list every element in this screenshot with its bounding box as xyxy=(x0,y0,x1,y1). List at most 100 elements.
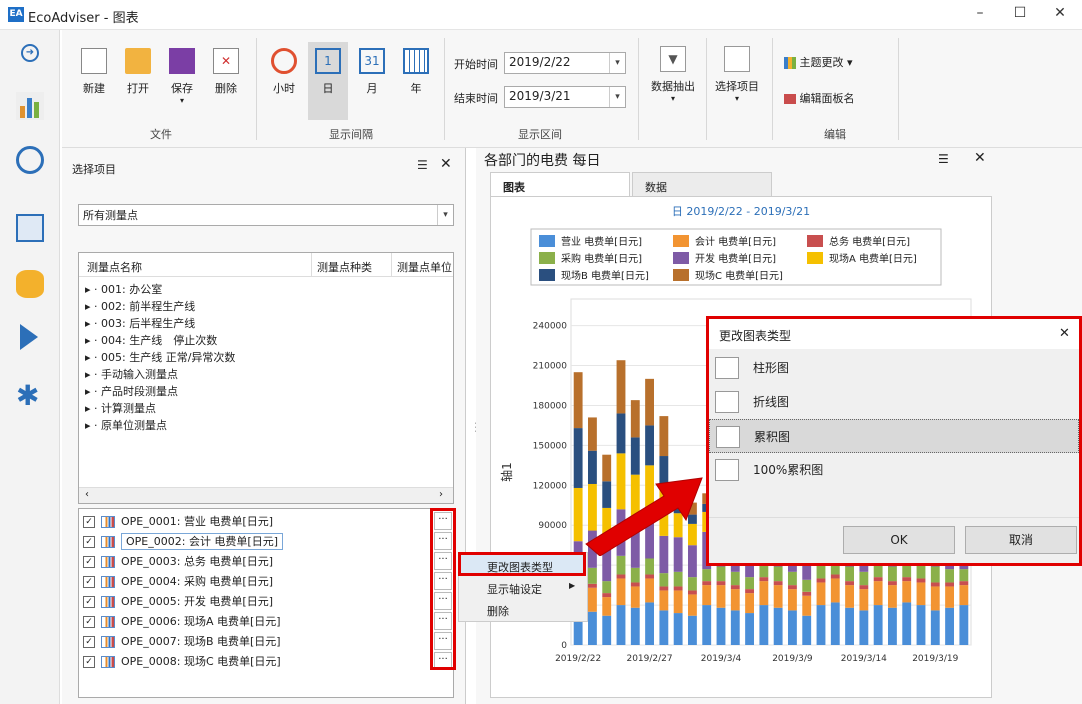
checkbox[interactable]: ✓ xyxy=(83,516,95,528)
checkbox[interactable]: ✓ xyxy=(83,616,95,628)
hour-button[interactable]: 小时 xyxy=(266,48,302,96)
database-icon[interactable] xyxy=(16,270,44,298)
list-options-icon[interactable]: ☰ xyxy=(938,152,949,166)
tab-chart[interactable]: 图表 xyxy=(490,172,630,196)
measure-point-tree: 测量点名称 测量点种类 测量点单位 ▸ · 001: 办公室 ▸ · 002: … xyxy=(78,252,454,504)
expand-arrow-icon[interactable]: ➜ xyxy=(21,44,39,62)
minimize-button[interactable]: – xyxy=(970,5,990,25)
save-button[interactable]: 保存 ▾ xyxy=(164,48,200,105)
bar-segment xyxy=(916,582,926,606)
tree-item[interactable]: ▸ · 002: 前半程生产线 xyxy=(85,298,235,315)
list-item[interactable]: ✓ OPE_0001: 营业 电费单[日元] xyxy=(83,513,283,533)
open-button[interactable]: 打开 xyxy=(120,48,156,96)
tree-item[interactable]: ▸ · 计算测量点 xyxy=(85,400,235,417)
chevron-down-icon[interactable]: ▾ xyxy=(609,87,625,107)
checkbox[interactable]: ✓ xyxy=(83,556,95,568)
end-time-field[interactable]: 2019/3/21 ▾ xyxy=(504,86,626,108)
bar-segment xyxy=(959,605,969,645)
bar-segment xyxy=(673,571,683,587)
scroll-right-icon[interactable]: › xyxy=(439,489,443,500)
bar-segment xyxy=(688,577,697,591)
delete-button[interactable]: ✕ 删除 xyxy=(208,48,244,96)
gauge-icon[interactable] xyxy=(16,146,44,174)
menu-item-delete[interactable]: 删除 xyxy=(487,603,509,619)
list-item[interactable]: ✓ OPE_0002: 会计 电费单[日元] xyxy=(83,533,284,553)
column-unit[interactable]: 测量点单位 xyxy=(397,259,452,275)
tree-item[interactable]: ▸ · 手动输入测量点 xyxy=(85,366,235,383)
x-tick-label: 2019/2/27 xyxy=(626,654,672,664)
bar-segment xyxy=(716,607,726,645)
month-button[interactable]: 31 月 xyxy=(354,48,390,96)
list-options-icon[interactable]: ☰ xyxy=(417,158,428,172)
edit-panel-name-button[interactable]: 编辑面板名 xyxy=(784,90,855,106)
y-tick-label: 180000 xyxy=(533,401,568,411)
close-pane-icon[interactable]: ✕ xyxy=(974,150,986,166)
column-type[interactable]: 测量点种类 xyxy=(317,259,372,275)
checkbox[interactable]: ✓ xyxy=(83,536,95,548)
option-100-stacked-chart[interactable]: 100%累积图 xyxy=(709,453,1079,487)
column-name[interactable]: 测量点名称 xyxy=(87,259,142,275)
list-item[interactable]: ✓ OPE_0006: 现场A 电费单[日元] xyxy=(83,613,283,633)
play-icon[interactable] xyxy=(20,324,38,350)
bar-segment xyxy=(688,594,697,616)
title-bar: EA EcoAdviser - 图表 – ☐ ✕ xyxy=(0,0,1082,30)
option-line-chart[interactable]: 折线图 xyxy=(709,385,1079,419)
cancel-button[interactable]: 取消 xyxy=(965,526,1077,554)
chevron-down-icon[interactable]: ▾ xyxy=(437,205,453,225)
tab-data[interactable]: 数据 xyxy=(632,172,772,196)
maximize-button[interactable]: ☐ xyxy=(1010,5,1030,25)
tree-item[interactable]: ▸ · 原单位测量点 xyxy=(85,417,235,434)
ok-button[interactable]: OK xyxy=(843,526,955,554)
menu-item-change-chart-type[interactable]: 更改图表类型 xyxy=(458,552,586,576)
checkbox[interactable]: ✓ xyxy=(83,636,95,648)
horizontal-scrollbar[interactable]: ‹ › xyxy=(79,487,453,503)
bar-segment xyxy=(602,615,612,645)
menu-item-axis-settings[interactable]: 显示轴设定 xyxy=(487,581,542,597)
bar-segment xyxy=(630,586,640,608)
day-button[interactable]: 1 日 xyxy=(308,42,348,120)
legend-swatch xyxy=(539,269,555,281)
theme-change-button[interactable]: 主题更改 ▾ xyxy=(784,54,853,70)
bar-chart-icon xyxy=(101,636,115,648)
chevron-down-icon[interactable]: ▾ xyxy=(609,53,625,73)
legend-swatch xyxy=(539,252,555,264)
bar-segment xyxy=(873,577,883,582)
measure-point-dropdown[interactable]: 所有测量点 ▾ xyxy=(78,204,454,226)
dialog-close-icon[interactable]: ✕ xyxy=(1059,326,1070,341)
list-icon xyxy=(724,46,750,72)
tree-item[interactable]: ▸ · 003: 后半程生产线 xyxy=(85,315,235,332)
checkbox[interactable]: ✓ xyxy=(83,656,95,668)
list-item[interactable]: ✓ OPE_0007: 现场B 电费单[日元] xyxy=(83,633,283,653)
y-tick-label: 150000 xyxy=(533,441,568,451)
start-time-field[interactable]: 2019/2/22 ▾ xyxy=(504,52,626,74)
chart-nav-icon[interactable] xyxy=(16,92,44,120)
bar-segment xyxy=(830,578,840,603)
checkbox[interactable]: ✓ xyxy=(83,576,95,588)
select-item-button[interactable]: 选择项目 ▾ xyxy=(710,46,764,103)
bar-segment xyxy=(588,587,597,612)
gear-icon[interactable]: ✱ xyxy=(16,382,39,410)
selected-items-list: ✓ OPE_0001: 营业 电费单[日元] ✓ OPE_0002: 会计 电费单[… xyxy=(78,508,454,698)
list-item[interactable]: ✓ OPE_0004: 采购 电费单[日元] xyxy=(83,573,283,593)
option-stacked-chart[interactable]: 累积图 xyxy=(709,419,1079,453)
bar-segment xyxy=(645,602,654,645)
new-button[interactable]: 新建 xyxy=(76,48,112,96)
tree-item[interactable]: ▸ · 004: 生产线 停止次数 xyxy=(85,332,235,349)
tree-item[interactable]: ▸ · 005: 生产线 正常/异常次数 xyxy=(85,349,235,366)
scroll-left-icon[interactable]: ‹ xyxy=(85,489,89,500)
clock-icon xyxy=(271,48,297,74)
bar-segment xyxy=(759,605,769,645)
year-button[interactable]: 年 xyxy=(398,48,434,96)
checkbox[interactable]: ✓ xyxy=(83,596,95,608)
close-button[interactable]: ✕ xyxy=(1050,5,1070,25)
option-column-chart[interactable]: 柱形图 xyxy=(709,351,1079,385)
extract-button[interactable]: ▼ 数据抽出 ▾ xyxy=(646,46,700,103)
tree-item[interactable]: ▸ · 产品时段测量点 xyxy=(85,383,235,400)
list-item[interactable]: ✓ OPE_0008: 现场C 电费单[日元] xyxy=(83,653,283,673)
tree-item[interactable]: ▸ · 001: 办公室 xyxy=(85,281,235,298)
close-pane-icon[interactable]: ✕ xyxy=(440,156,452,172)
list-item[interactable]: ✓ OPE_0003: 总务 电费单[日元] xyxy=(83,553,283,573)
calculator-icon[interactable] xyxy=(16,214,44,242)
bar-segment xyxy=(745,613,754,645)
list-item[interactable]: ✓ OPE_0005: 开发 电费单[日元] xyxy=(83,593,283,613)
